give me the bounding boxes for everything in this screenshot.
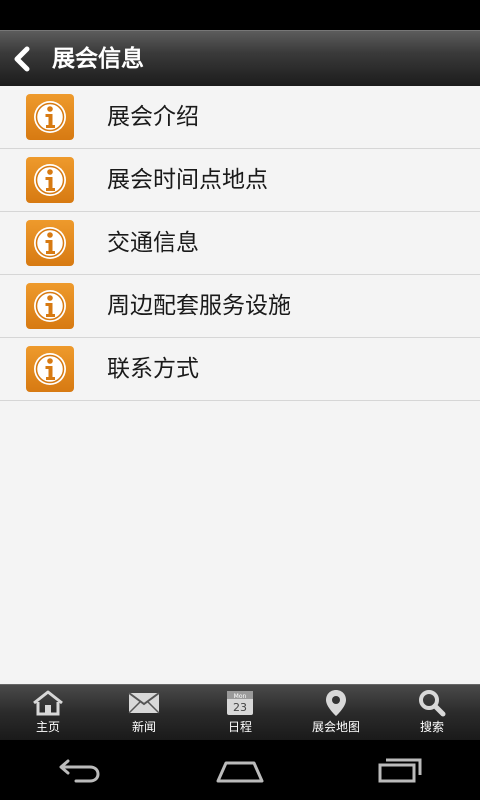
tab-label: 新闻	[131, 720, 156, 734]
recent-apps-icon	[378, 758, 422, 783]
bottom-tab-bar: 主页 新闻 Mon 23 日程 展会地图 搜索	[0, 684, 480, 740]
tab-map[interactable]: 展会地图	[288, 685, 384, 740]
system-nav-bar	[0, 740, 480, 800]
info-icon	[26, 94, 74, 140]
info-icon	[26, 220, 74, 266]
calendar-day: 23	[233, 701, 247, 714]
back-button[interactable]	[0, 31, 44, 87]
tab-label: 主页	[35, 720, 60, 734]
search-icon	[418, 689, 446, 717]
info-icon	[26, 346, 74, 392]
list-item-intro[interactable]: 展会介绍	[0, 86, 480, 149]
home-icon	[31, 689, 65, 717]
map-pin-icon	[325, 689, 347, 717]
mail-icon	[128, 689, 160, 717]
nav-back-button[interactable]	[40, 750, 120, 790]
info-list: 展会介绍 展会时间点地点 交通信息 周边配套服务设施 联系方式	[0, 86, 480, 401]
list-item-label: 周边配套服务设施	[107, 293, 291, 319]
back-icon	[59, 759, 100, 783]
tab-news[interactable]: 新闻	[96, 685, 192, 740]
nav-recent-apps-button[interactable]	[360, 750, 440, 790]
list-item-label: 交通信息	[107, 230, 199, 256]
tab-label: 日程	[227, 720, 252, 734]
nav-home-button[interactable]	[200, 750, 280, 790]
list-item-traffic[interactable]: 交通信息	[0, 212, 480, 275]
tab-label: 展会地图	[311, 720, 360, 734]
app-header: 展会信息	[0, 30, 480, 86]
info-icon	[26, 157, 74, 203]
list-item-label: 展会时间点地点	[107, 167, 268, 193]
info-icon	[26, 283, 74, 329]
list-item-label: 联系方式	[107, 356, 199, 382]
page-title: 展会信息	[52, 46, 144, 72]
list-item-contact[interactable]: 联系方式	[0, 338, 480, 401]
home-icon	[216, 761, 264, 783]
tab-home[interactable]: 主页	[0, 685, 96, 740]
list-item-facilities[interactable]: 周边配套服务设施	[0, 275, 480, 338]
calendar-month: Mon	[234, 693, 247, 700]
tab-search[interactable]: 搜索	[384, 685, 480, 740]
tab-label: 搜索	[419, 720, 444, 734]
tab-schedule[interactable]: Mon 23 日程	[192, 685, 288, 740]
chevron-left-icon	[14, 46, 30, 72]
calendar-icon: Mon 23	[226, 689, 254, 717]
list-item-time-location[interactable]: 展会时间点地点	[0, 149, 480, 212]
status-bar	[0, 0, 480, 30]
list-item-label: 展会介绍	[107, 104, 199, 130]
